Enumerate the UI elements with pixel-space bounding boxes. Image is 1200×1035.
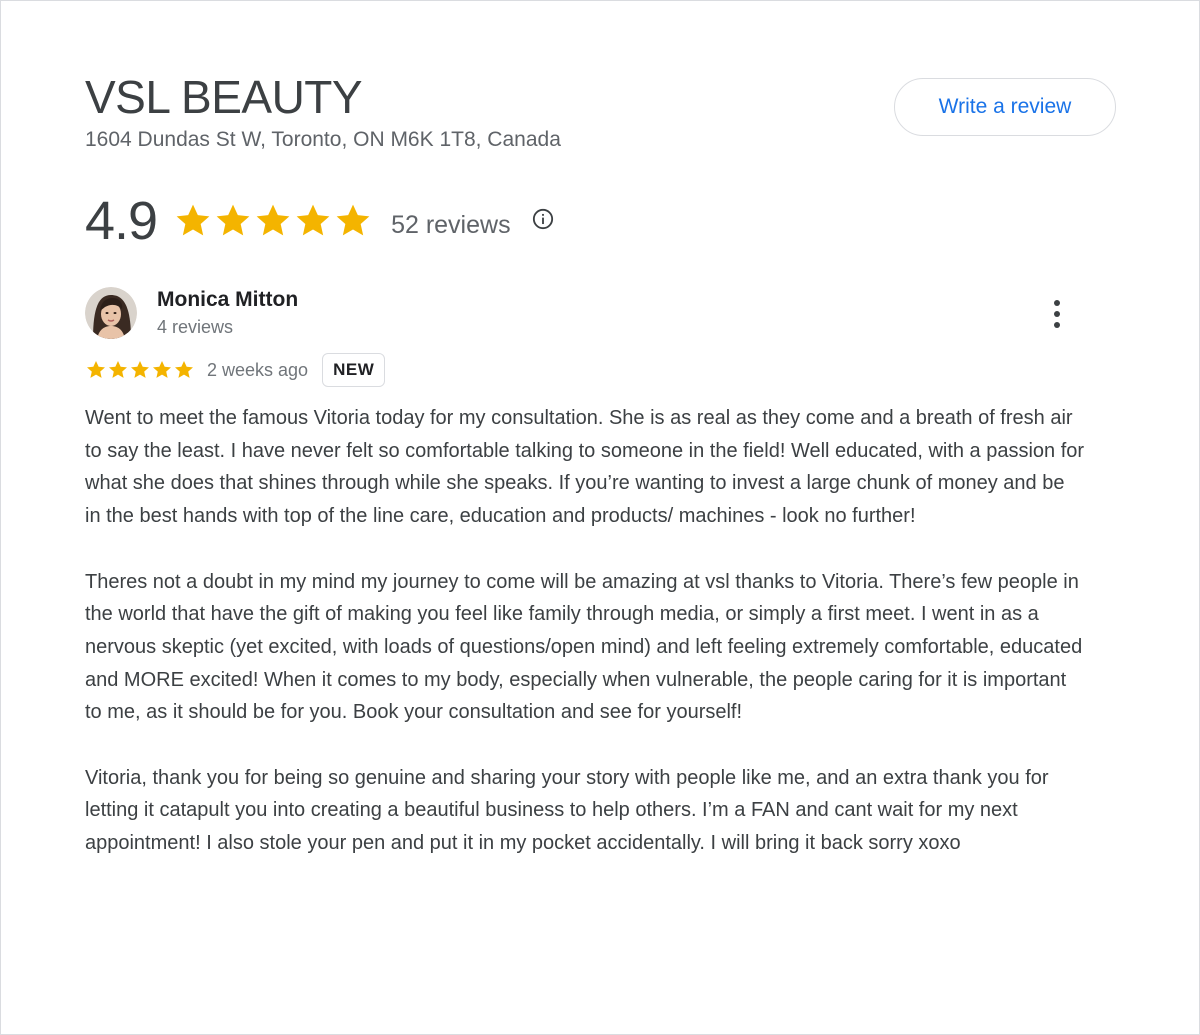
avatar[interactable] [85, 287, 137, 339]
review-count[interactable]: 52 reviews [391, 202, 511, 240]
star-icon [175, 361, 193, 378]
star-icon [153, 361, 171, 378]
business-name: VSL BEAUTY [85, 71, 363, 123]
more-vert-icon[interactable] [1041, 296, 1073, 332]
business-header: VSL BEAUTY 1604 Dundas St W, Toronto, ON… [85, 71, 561, 153]
reviewer-review-count: 4 reviews [157, 317, 234, 337]
more-dot [1054, 300, 1060, 306]
info-icon[interactable] [531, 207, 555, 231]
star-icon [256, 204, 290, 236]
more-dot [1054, 322, 1060, 328]
star-icon [87, 361, 105, 378]
write-review-button[interactable]: Write a review [894, 78, 1116, 136]
review-panel: VSL BEAUTY 1604 Dundas St W, Toronto, ON… [0, 0, 1200, 1035]
reviewer-name[interactable]: Monica Mitton [157, 287, 298, 313]
rating-summary: 4.9 52 reviews [85, 189, 555, 253]
star-icon [336, 204, 370, 236]
review-paragraph: Theres not a doubt in my mind my journey… [85, 570, 1083, 724]
star-icon [216, 204, 250, 236]
review-date: 2 weeks ago [207, 359, 309, 380]
review-meta: 2 weeks ago NEW [85, 353, 386, 387]
new-badge: NEW [322, 353, 386, 387]
review-stars [85, 359, 195, 381]
star-icon [296, 204, 330, 236]
review-paragraph: Went to meet the famous Vitoria today fo… [85, 407, 1085, 528]
star-icon [131, 361, 149, 378]
business-address: 1604 Dundas St W, Toronto, ON M6K 1T8, C… [85, 128, 561, 151]
rating-value: 4.9 [85, 191, 158, 251]
star-icon [176, 204, 210, 236]
review-text: Went to meet the famous Vitoria today fo… [85, 402, 1085, 893]
review-paragraph: Vitoria, thank you for being so genuine … [85, 766, 1049, 855]
more-dot [1054, 311, 1060, 317]
rating-stars [173, 201, 373, 241]
star-icon [109, 361, 127, 378]
